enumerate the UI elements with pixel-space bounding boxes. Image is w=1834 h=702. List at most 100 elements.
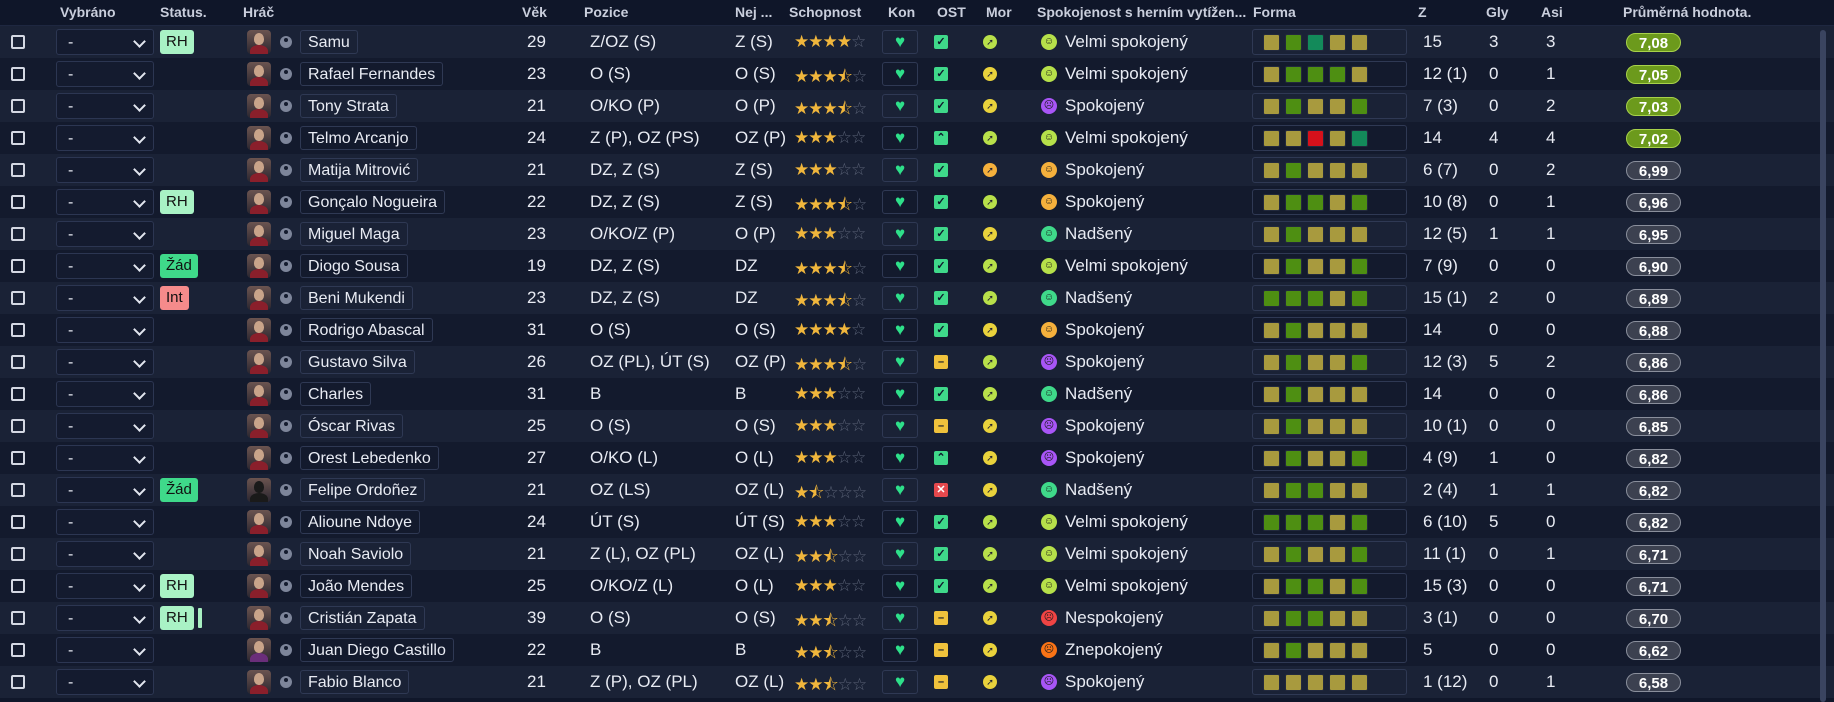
player-name[interactable]: Matija Mitrović — [300, 158, 419, 182]
table-row[interactable]: - Óscar Rivas 25 O (S) O (S) Spokojený 10 (1) 0… — [0, 410, 1834, 442]
condition-heart-icon[interactable]: ♥ — [882, 254, 918, 278]
col-satisfaction[interactable]: Spokojenost s herním vytížen... — [1037, 4, 1246, 20]
player-name[interactable]: João Mendes — [300, 574, 413, 598]
table-row[interactable]: - RH João Mendes 25 O/KO/Z (L) O (L) Velmi spo… — [0, 570, 1834, 602]
table-row[interactable]: - Gustavo Silva 26 OZ (PL), ÚT (S) OZ (P) Spo… — [0, 346, 1834, 378]
player-profile-icon[interactable] — [280, 644, 292, 656]
form-indicator[interactable] — [1252, 509, 1407, 535]
col-goals[interactable]: Gly — [1486, 4, 1509, 20]
player-profile-icon[interactable] — [280, 260, 292, 272]
table-row[interactable]: - Matija Mitrović 21 DZ, Z (S) Z (S) Spokojen… — [0, 154, 1834, 186]
form-indicator[interactable] — [1252, 445, 1407, 471]
player-profile-icon[interactable] — [280, 612, 292, 624]
condition-heart-icon[interactable]: ♥ — [882, 286, 918, 310]
selection-dropdown[interactable]: - — [56, 381, 154, 407]
player-name[interactable]: Miguel Maga — [300, 222, 408, 246]
col-selected[interactable]: Vybráno — [60, 4, 116, 20]
form-indicator[interactable] — [1252, 285, 1407, 311]
player-name[interactable]: Rafael Fernandes — [300, 62, 444, 86]
selection-dropdown[interactable]: - — [56, 125, 154, 151]
status-badge[interactable]: Int — [160, 286, 189, 310]
select-checkbox[interactable] — [11, 643, 25, 657]
table-row[interactable]: - Noah Saviolo 21 Z (L), OZ (PL) OZ (L) Velmi… — [0, 538, 1834, 570]
player-profile-icon[interactable] — [280, 356, 292, 368]
form-indicator[interactable] — [1252, 573, 1407, 599]
select-checkbox[interactable] — [11, 419, 25, 433]
col-best[interactable]: Nej ... — [735, 4, 772, 20]
selection-dropdown[interactable]: - — [56, 93, 154, 119]
vertical-scrollbar[interactable] — [1820, 30, 1826, 702]
condition-heart-icon[interactable]: ♥ — [882, 190, 918, 214]
table-row[interactable]: - Int Beni Mukendi 23 DZ, Z (S) DZ Nadšený 15 (… — [0, 282, 1834, 314]
selection-dropdown[interactable]: - — [56, 221, 154, 247]
select-checkbox[interactable] — [11, 35, 25, 49]
table-row[interactable]: - RH Gonçalo Nogueira 22 DZ, Z (S) Z (S) Spoko… — [0, 186, 1834, 218]
form-indicator[interactable] — [1252, 317, 1407, 343]
table-row[interactable]: - Alioune Ndoye 24 ÚT (S) ÚT (S) Velmi spokoj… — [0, 506, 1834, 538]
table-row[interactable]: - Fabio Blanco 21 Z (P), OZ (PL) OZ (L) Spoko… — [0, 666, 1834, 698]
table-row[interactable]: - Žád Diogo Sousa 19 DZ, Z (S) DZ Velmi spokoj… — [0, 250, 1834, 282]
condition-heart-icon[interactable]: ♥ — [882, 638, 918, 662]
player-name[interactable]: Samu — [300, 30, 358, 54]
select-checkbox[interactable] — [11, 163, 25, 177]
selection-dropdown[interactable]: - — [56, 29, 154, 55]
player-profile-icon[interactable] — [280, 132, 292, 144]
select-checkbox[interactable] — [11, 611, 25, 625]
selection-dropdown[interactable]: - — [56, 61, 154, 87]
player-name[interactable]: Rodrigo Abascal — [300, 318, 433, 342]
form-indicator[interactable] — [1252, 125, 1407, 151]
selection-dropdown[interactable]: - — [56, 573, 154, 599]
selection-dropdown[interactable]: - — [56, 189, 154, 215]
player-name[interactable]: Telmo Arcanjo — [300, 126, 417, 150]
condition-heart-icon[interactable]: ♥ — [882, 62, 918, 86]
player-name[interactable]: Noah Saviolo — [300, 542, 412, 566]
selection-dropdown[interactable]: - — [56, 285, 154, 311]
player-profile-icon[interactable] — [280, 68, 292, 80]
form-indicator[interactable] — [1252, 637, 1407, 663]
player-profile-icon[interactable] — [280, 100, 292, 112]
player-name[interactable]: Gonçalo Nogueira — [300, 190, 445, 214]
selection-dropdown[interactable]: - — [56, 349, 154, 375]
select-checkbox[interactable] — [11, 99, 25, 113]
condition-heart-icon[interactable]: ♥ — [882, 126, 918, 150]
player-name[interactable]: Juan Diego Castillo — [300, 638, 454, 662]
form-indicator[interactable] — [1252, 93, 1407, 119]
condition-heart-icon[interactable]: ♥ — [882, 606, 918, 630]
select-checkbox[interactable] — [11, 515, 25, 529]
form-indicator[interactable] — [1252, 157, 1407, 183]
player-name[interactable]: Tony Strata — [300, 94, 397, 118]
table-row[interactable]: - Rafael Fernandes 23 O (S) O (S) Velmi spoko… — [0, 58, 1834, 90]
player-name[interactable]: Orest Lebedenko — [300, 446, 439, 470]
player-name[interactable]: Gustavo Silva — [300, 350, 415, 374]
table-row[interactable]: - Telmo Arcanjo 24 Z (P), OZ (PS) OZ (P) Velm… — [0, 122, 1834, 154]
condition-heart-icon[interactable]: ♥ — [882, 574, 918, 598]
condition-heart-icon[interactable]: ♥ — [882, 542, 918, 566]
selection-dropdown[interactable]: - — [56, 445, 154, 471]
condition-heart-icon[interactable]: ♥ — [882, 382, 918, 406]
selection-dropdown[interactable]: - — [56, 637, 154, 663]
player-profile-icon[interactable] — [280, 228, 292, 240]
col-status[interactable]: Status. — [160, 4, 207, 20]
select-checkbox[interactable] — [11, 67, 25, 81]
col-avg-rating[interactable]: Průměrná hodnota. — [1623, 4, 1751, 20]
col-ost[interactable]: OST — [937, 4, 966, 20]
player-name[interactable]: Óscar Rivas — [300, 414, 404, 438]
form-indicator[interactable] — [1252, 61, 1407, 87]
player-profile-icon[interactable] — [280, 580, 292, 592]
player-name[interactable]: Beni Mukendi — [300, 286, 413, 310]
status-badge[interactable]: Žád — [160, 254, 198, 278]
status-badge[interactable]: RH — [160, 606, 194, 630]
selection-dropdown[interactable]: - — [56, 477, 154, 503]
select-checkbox[interactable] — [11, 227, 25, 241]
col-ability[interactable]: Schopnost — [789, 4, 861, 20]
col-player[interactable]: Hráč — [243, 4, 274, 20]
player-profile-icon[interactable] — [280, 676, 292, 688]
col-mor[interactable]: Mor — [986, 4, 1012, 20]
select-checkbox[interactable] — [11, 387, 25, 401]
table-row[interactable]: - Rodrigo Abascal 31 O (S) O (S) Spokojený 14 0… — [0, 314, 1834, 346]
table-row[interactable]: - Tony Strata 21 O/KO (P) O (P) Spokojený 7 (3… — [0, 90, 1834, 122]
selection-dropdown[interactable]: - — [56, 317, 154, 343]
form-indicator[interactable] — [1252, 381, 1407, 407]
select-checkbox[interactable] — [11, 259, 25, 273]
form-indicator[interactable] — [1252, 189, 1407, 215]
